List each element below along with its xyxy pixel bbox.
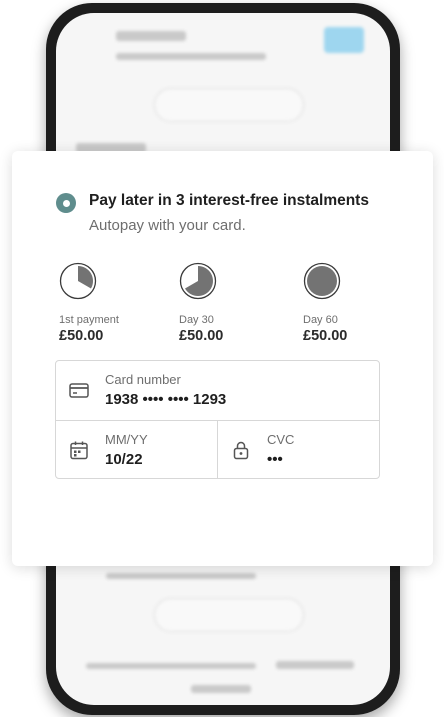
bg-text-line [116, 31, 186, 41]
cvc-value: ••• [267, 451, 283, 468]
radio-selected-dot [62, 199, 70, 207]
cvc-label: CVC [267, 432, 295, 447]
installment-amount: £50.00 [179, 328, 224, 344]
bg-text-line [191, 685, 251, 693]
bg-pill-button [154, 88, 304, 122]
credit-card-icon [69, 383, 89, 398]
payment-option-subtitle: Autopay with your card. [89, 217, 246, 234]
lock-icon [233, 441, 249, 460]
installment-3: Day 60 £50.00 [303, 262, 403, 344]
installment-amount: £50.00 [59, 328, 104, 344]
card-number-value: 1938 •••• •••• 1293 [105, 391, 227, 408]
bg-badge [324, 27, 364, 53]
payment-option-radio[interactable] [56, 193, 76, 213]
bg-text-line [86, 663, 256, 669]
installment-amount: £50.00 [303, 328, 348, 344]
bg-text-line [276, 661, 354, 669]
pie-one-third-icon [59, 262, 97, 300]
installment-2: Day 30 £50.00 [179, 262, 279, 344]
phone-notch [201, 3, 245, 9]
payment-option-title: Pay later in 3 interest-free instalments [89, 192, 369, 209]
installment-label: Day 60 [303, 314, 338, 326]
calendar-icon [70, 441, 88, 460]
bg-text-line [116, 53, 266, 60]
card-details-form: Card number 1938 •••• •••• 1293 MM/YY 10… [55, 360, 380, 479]
payment-option-card: Pay later in 3 interest-free instalments… [12, 151, 433, 566]
expiry-value: 10/22 [105, 451, 143, 468]
card-number-label: Card number [105, 372, 181, 387]
cvc-field[interactable]: CVC ••• [218, 421, 379, 478]
pie-two-thirds-icon [179, 262, 217, 300]
expiry-field[interactable]: MM/YY 10/22 [56, 421, 217, 478]
card-number-field[interactable]: Card number 1938 •••• •••• 1293 [56, 361, 379, 420]
installment-label: 1st payment [59, 314, 119, 326]
pie-full-icon [303, 262, 341, 300]
expiry-label: MM/YY [105, 432, 148, 447]
bg-text-line [106, 573, 256, 579]
bg-pill-button [154, 598, 304, 632]
installment-label: Day 30 [179, 314, 214, 326]
installment-1: 1st payment £50.00 [59, 262, 159, 344]
